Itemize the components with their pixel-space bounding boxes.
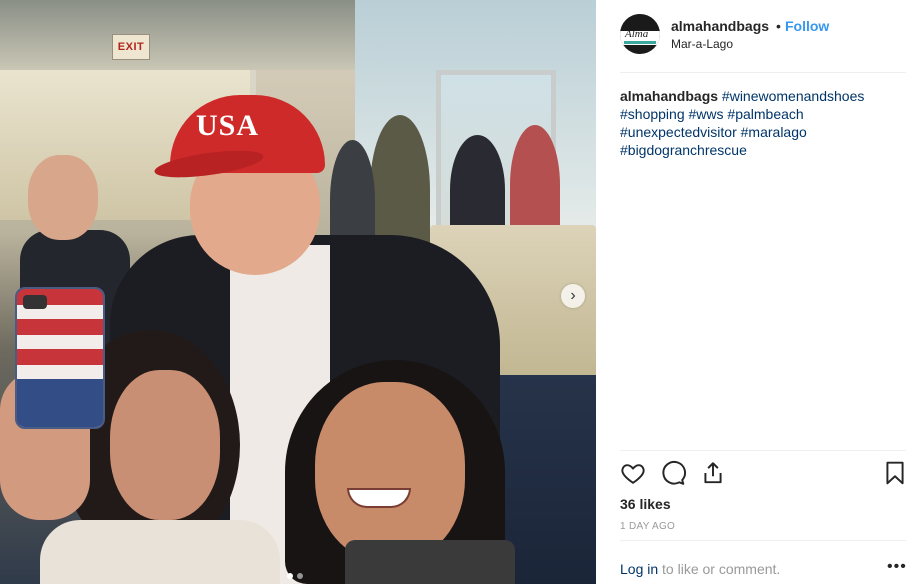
caption-username[interactable]: almahandbags [620,88,718,104]
post-caption: almahandbags #winewomenandshoes #shoppin… [620,87,906,159]
hashtag[interactable]: #wws [689,106,724,122]
header-username[interactable]: almahandbags [671,18,769,34]
action-bar [620,460,908,488]
chevron-right-icon: › [570,287,576,304]
heart-icon[interactable] [620,460,646,486]
like-count[interactable]: 36 likes [620,496,671,512]
hashtag[interactable]: #maralago [741,124,807,140]
hashtag[interactable]: #shopping [620,106,685,122]
login-link[interactable]: Log in [620,561,658,577]
follow-button[interactable]: Follow [785,18,829,34]
carousel-dot-1[interactable] [287,573,293,579]
carousel-dot-2[interactable] [297,573,303,579]
carousel-dots [287,573,303,579]
comment-prompt: Log in to like or comment. [620,561,780,577]
bookmark-icon[interactable] [882,460,908,486]
post-sidebar: Alma almahandbags • Follow Mar-a-Lago al… [596,0,919,584]
more-options-button[interactable]: ••• [887,558,907,576]
post-header: Alma almahandbags • Follow Mar-a-Lago [596,0,919,72]
hashtag[interactable]: #winewomenandshoes [722,88,864,104]
carousel-next-button[interactable]: › [561,284,585,308]
separator-dot: • [776,18,781,34]
avatar-logo: Alma [625,28,649,40]
actions-divider [620,450,906,451]
hashtag[interactable]: #unexpectedvisitor [620,124,737,140]
share-icon[interactable] [700,460,726,486]
post-photo[interactable]: EXIT USA › [0,0,596,584]
comment-divider [620,540,906,541]
header-divider [620,72,906,73]
instagram-post: EXIT USA › Alma almahandbags • Follow Ma… [0,0,919,584]
cap-text: USA [196,109,260,142]
location-link[interactable]: Mar-a-Lago [671,37,733,51]
hashtag[interactable]: #palmbeach [727,106,803,122]
comment-icon[interactable] [660,460,686,486]
avatar[interactable]: Alma [620,14,660,54]
hashtag[interactable]: #bigdogranchrescue [620,142,747,158]
post-timestamp[interactable]: 1 DAY AGO [620,521,675,532]
comment-prompt-text: to like or comment. [662,561,781,577]
camera [345,540,515,584]
flag-phone-case [15,287,105,429]
exit-sign: EXIT [112,34,150,60]
